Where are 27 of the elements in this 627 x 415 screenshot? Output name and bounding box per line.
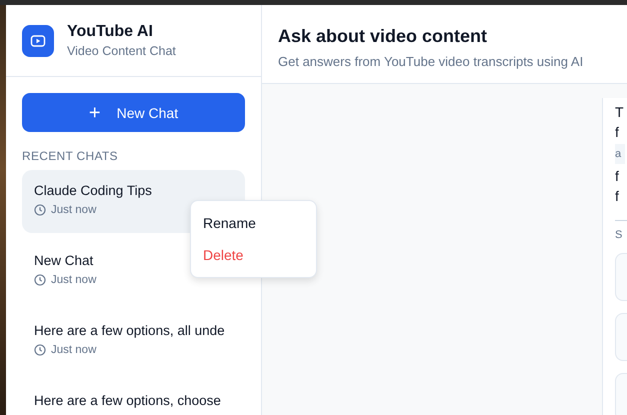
chat-item[interactable]: Here are a few options, choose — [22, 380, 245, 410]
menu-item[interactable]: Delete — [191, 239, 316, 271]
message-text: f — [615, 187, 620, 206]
chat-title: Here are a few options, all unde — [34, 323, 225, 338]
app-subtitle: Video Content Chat — [67, 44, 176, 58]
timestamp: Just now — [51, 344, 96, 356]
chat-title: Here are a few options, choose — [34, 393, 221, 408]
clock-icon — [34, 344, 46, 356]
page-title: Ask about video content — [278, 26, 488, 47]
plus-icon: + — [88, 102, 101, 122]
timestamp: Just now — [51, 204, 96, 216]
message-text: T — [615, 103, 625, 122]
message-text: f — [615, 167, 620, 186]
chat-title: New Chat — [34, 253, 94, 268]
new-chat-button[interactable]: + New Chat — [22, 93, 245, 132]
app-title: YouTube AI — [67, 23, 154, 41]
clock-icon — [34, 204, 46, 216]
page-subtitle: Get answers from YouTube video transcripts using AI — [278, 54, 584, 69]
chat-item[interactable]: Here are a few options, all unde Just now — [22, 310, 245, 373]
message-text: f — [615, 123, 620, 142]
message-text: a — [615, 144, 625, 164]
clock-icon — [34, 274, 46, 286]
section-label: S — [615, 229, 624, 241]
section-heading: RECENT CHATS — [22, 149, 119, 163]
video-play-icon — [22, 24, 54, 56]
timestamp: Just now — [51, 274, 96, 286]
chat-title: Claude Coding Tips — [34, 183, 152, 198]
